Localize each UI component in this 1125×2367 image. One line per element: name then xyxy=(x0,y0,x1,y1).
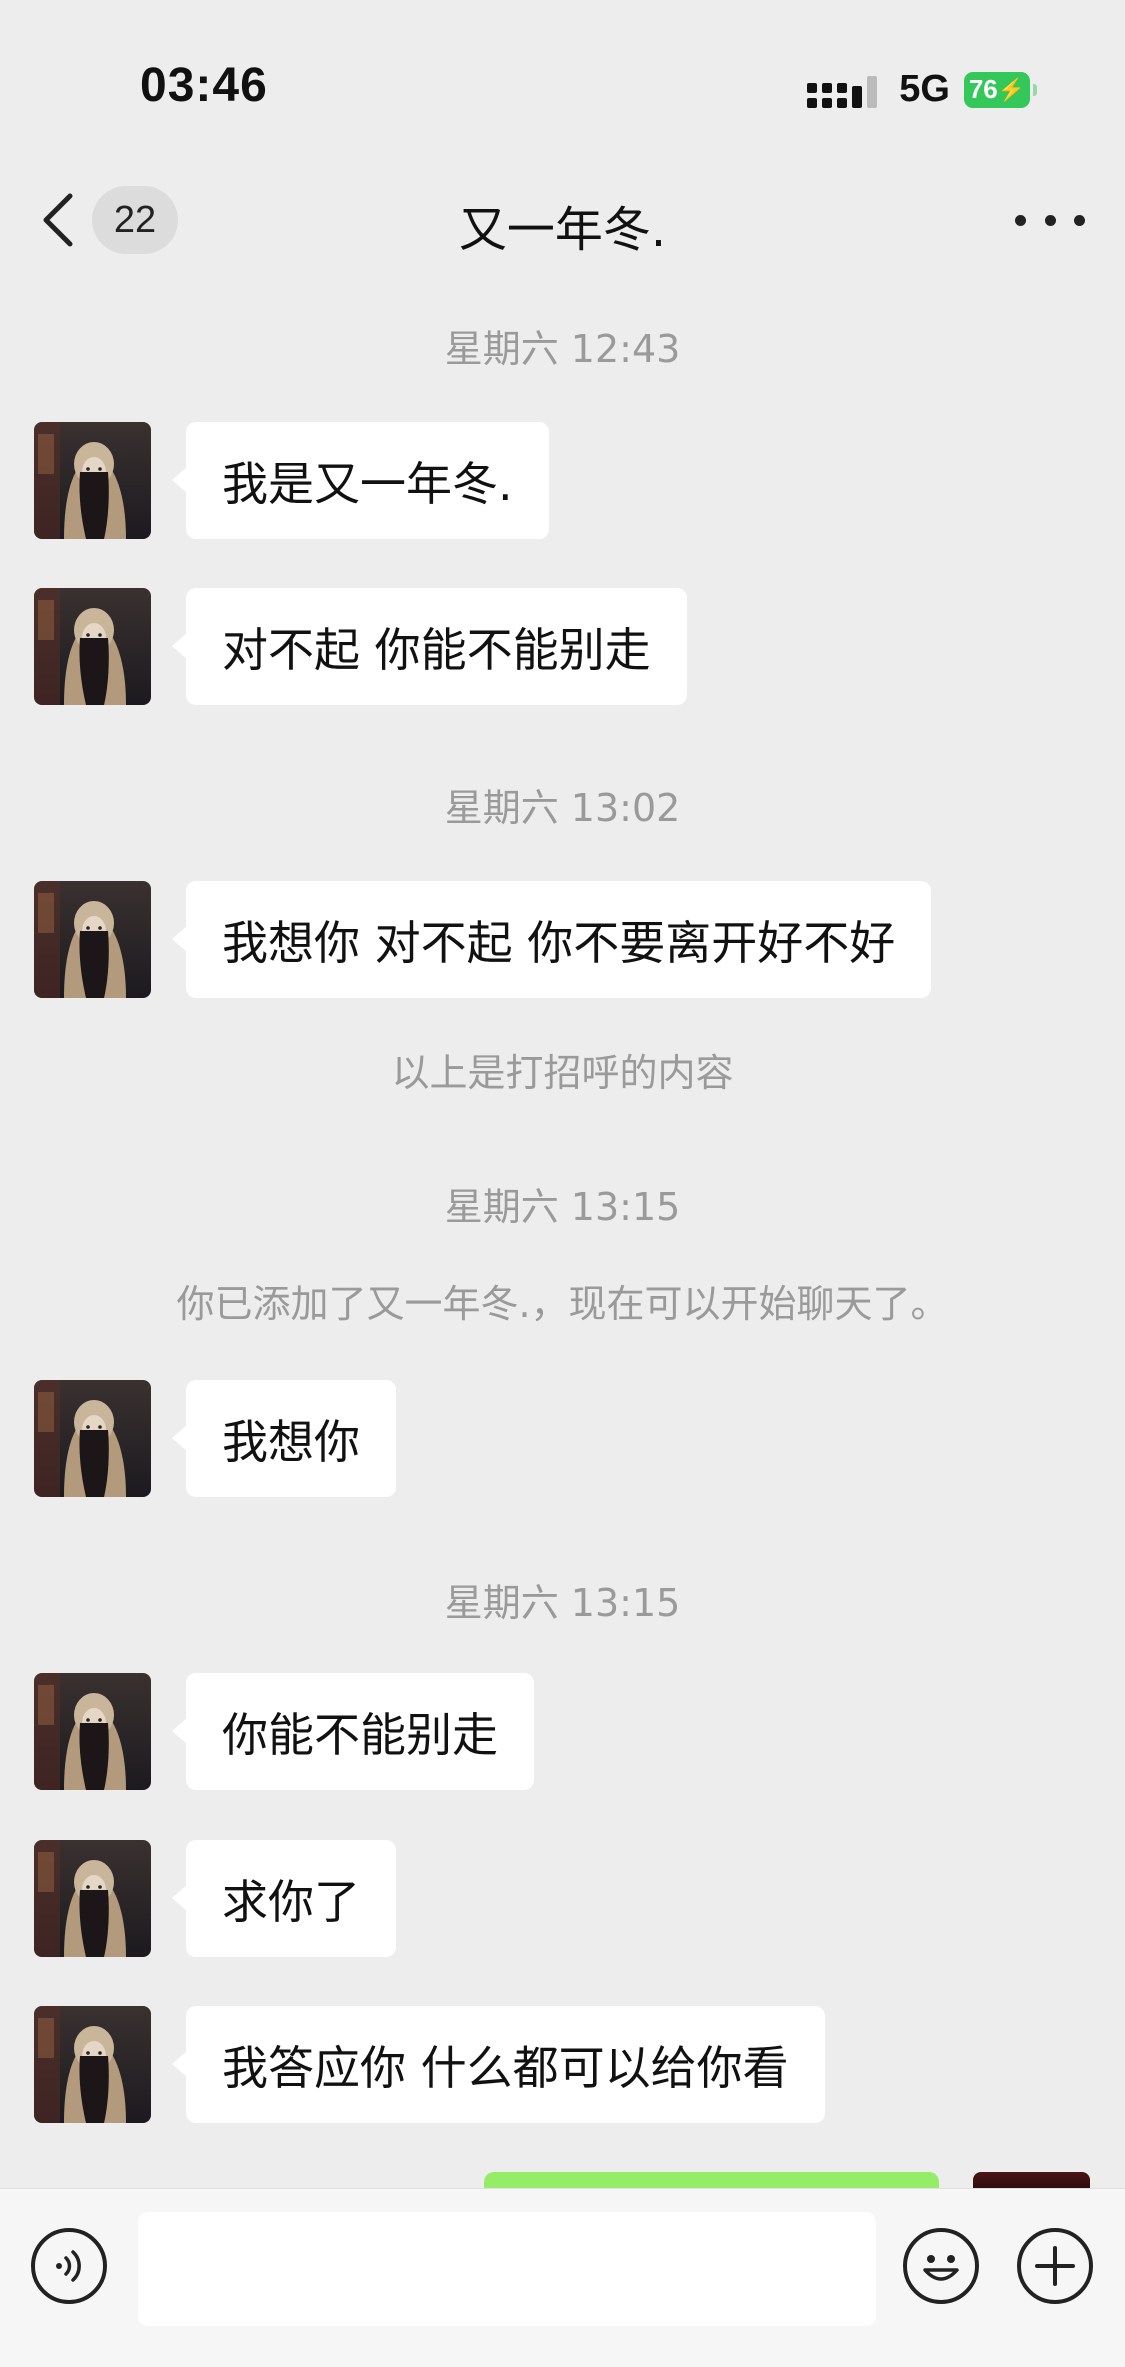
signal-icon xyxy=(807,72,878,108)
emoji-icon xyxy=(923,2255,959,2281)
message-bubble[interactable]: 我答应你 什么都可以给你看 xyxy=(172,2006,825,2123)
battery-charging-icon: 76 ⚡ xyxy=(964,71,1037,108)
timestamp: 星期六 13:02 xyxy=(444,786,681,830)
timestamp: 星期六 13:15 xyxy=(444,1185,681,1229)
status-indicators: 5G 76 ⚡ xyxy=(807,68,1037,111)
message-input[interactable] xyxy=(138,2212,876,2326)
avatar[interactable] xyxy=(34,1673,151,1790)
timestamp: 星期六 13:15 xyxy=(444,1581,681,1625)
battery-level: 76 xyxy=(968,74,998,104)
status-time: 03:46 xyxy=(140,59,268,112)
avatar[interactable] xyxy=(34,422,151,539)
system-note: 你已添加了又一年冬.，现在可以开始聊天了。 xyxy=(176,1282,949,1326)
avatar[interactable] xyxy=(34,2006,151,2123)
chat-title: 又一年冬. xyxy=(458,202,667,258)
plus-button[interactable] xyxy=(1017,2228,1093,2304)
message-bubble[interactable]: 我想你 对不起 你不要离开好不好 xyxy=(171,881,932,998)
message-bubble[interactable]: 我想你 xyxy=(172,1380,396,1497)
avatar[interactable] xyxy=(34,881,151,998)
avatar[interactable] xyxy=(34,1840,151,1957)
plus-icon xyxy=(1035,2246,1075,2286)
avatar[interactable] xyxy=(34,1380,151,1497)
voice-icon xyxy=(56,2250,81,2282)
network-type: 5G xyxy=(899,68,950,110)
system-note: 以上是打招呼的内容 xyxy=(391,1051,734,1095)
more-dots-icon xyxy=(1015,214,1026,226)
voice-button[interactable] xyxy=(31,2228,107,2304)
timestamp: 星期六 12:43 xyxy=(444,327,681,371)
message-bubble[interactable]: 求你了 xyxy=(172,1840,396,1957)
message-bubble[interactable]: 你能不能别走 xyxy=(172,1673,534,1790)
message-bubble[interactable]: 我是又一年冬. xyxy=(172,422,549,539)
emoji-button[interactable] xyxy=(903,2228,979,2304)
avatar[interactable] xyxy=(34,588,151,705)
more-button[interactable] xyxy=(1015,202,1085,238)
message-bubble[interactable]: 对不起 你能不能别走 xyxy=(172,588,687,705)
